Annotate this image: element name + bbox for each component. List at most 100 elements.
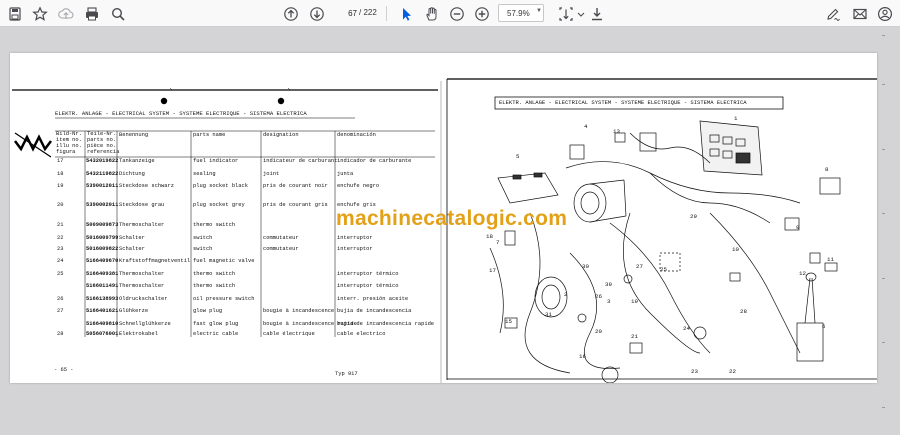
- cell-part: 5390002011: [86, 202, 119, 208]
- callout-label: 25: [660, 266, 667, 273]
- cell-en: fuel indicator: [193, 158, 239, 164]
- callout-label: 20: [595, 328, 602, 335]
- cell-part: 5016009822: [86, 246, 119, 252]
- callout-label: 9: [796, 224, 800, 231]
- callout-label: 6: [822, 323, 826, 330]
- cell-de: Glühkerze: [119, 308, 149, 314]
- print-icon[interactable]: [82, 4, 102, 23]
- page-number-label: - 65 -: [54, 367, 74, 373]
- callout-label: 3: [607, 298, 611, 305]
- cell-de: Elektrokabel: [119, 331, 158, 337]
- callout-label: 7: [496, 239, 500, 246]
- wiring-diagram: [489, 96, 841, 383]
- callout-label: 16: [579, 353, 586, 360]
- callout-label: 13: [613, 128, 620, 135]
- callout-label: 24: [683, 325, 690, 332]
- callout-label: 18: [486, 233, 493, 240]
- cell-de: Oldruckschalter: [119, 296, 168, 302]
- callout-label: 17: [489, 267, 496, 274]
- toolbar-divider: [386, 6, 387, 21]
- page-number-input[interactable]: [335, 5, 357, 21]
- callout-label: 8: [825, 166, 829, 173]
- cell-es: interruptor térmico: [337, 283, 399, 289]
- cell-de: Schalter: [119, 235, 145, 241]
- col-header-en: parts name: [193, 132, 226, 138]
- callout-label: 15: [505, 318, 512, 325]
- callout-label: 5: [516, 153, 520, 160]
- cell-part: 5166138993: [86, 296, 119, 302]
- col-header-fr: designation: [263, 132, 299, 138]
- callout-label: 26: [595, 293, 602, 300]
- zoom-out-icon[interactable]: [447, 4, 467, 23]
- vertical-scrollbar[interactable]: [879, 27, 888, 435]
- cell-es: enchufe negro: [337, 183, 380, 189]
- cell-part: 5166401621: [86, 308, 119, 314]
- cell-es: interruptor: [337, 235, 373, 241]
- edit-sign-icon[interactable]: [823, 4, 843, 23]
- cell-en: plug socket grey: [193, 202, 245, 208]
- cell-es: bujia de incandescencia: [337, 308, 412, 314]
- callout-label: 39: [605, 281, 612, 288]
- save-icon[interactable]: [5, 4, 25, 23]
- hand-pan-icon[interactable]: [422, 4, 442, 23]
- left-page-title: ELEKTR. ANLAGE - ELECTRICAL SYSTEM - SYS…: [55, 110, 307, 117]
- callout-label: 23: [691, 368, 698, 375]
- callout-label: 27: [636, 263, 643, 270]
- cell-fig: 17: [57, 158, 64, 164]
- bookmark-star-icon[interactable]: [30, 4, 50, 23]
- cell-fr: pris de courant gris: [263, 202, 328, 208]
- cell-fr: commutateur: [263, 235, 299, 241]
- cell-en: thermo switch: [193, 222, 236, 228]
- cell-fig: 26: [57, 296, 64, 302]
- cell-fr: commutateur: [263, 246, 299, 252]
- pdf-toolbar: / 222 57.9% ▼: [0, 0, 900, 27]
- cell-de: Tankanzeige: [119, 158, 155, 164]
- cell-de: Schnellglühkerze: [119, 321, 171, 327]
- cell-part: 5432119822: [86, 171, 119, 177]
- account-icon[interactable]: [875, 4, 895, 23]
- mail-icon[interactable]: [850, 4, 870, 23]
- callout-label: 19: [631, 298, 638, 305]
- cell-fig: 19: [57, 183, 64, 189]
- cell-fig: 28: [57, 331, 64, 337]
- cell-fig: 18: [57, 171, 64, 177]
- callout-label: 22: [729, 368, 736, 375]
- zoom-search-icon[interactable]: [108, 4, 128, 23]
- cell-en: fuel magnetic valve: [193, 258, 255, 264]
- callout-label: 1: [734, 115, 738, 122]
- cell-fig: 21: [57, 222, 64, 228]
- cell-part: 5166409670: [86, 258, 119, 264]
- cell-es: interruptor: [337, 246, 373, 252]
- download-icon[interactable]: [587, 4, 607, 23]
- page-up-icon[interactable]: [281, 4, 301, 23]
- cell-de: Steckdose grau: [119, 202, 165, 208]
- cell-de: Thermoschalter: [119, 283, 165, 289]
- cell-de: Thermoschalter: [119, 271, 165, 277]
- cell-part: 5166409810: [86, 321, 119, 327]
- cell-es: indicador de carburante: [337, 158, 412, 164]
- cell-en: switch: [193, 246, 213, 252]
- cell-en: fast glow plug: [193, 321, 239, 327]
- col-header-part: Teile-Nr. parts no. pièce no. referencia: [87, 131, 120, 155]
- callout-label: 28: [740, 308, 747, 315]
- col-header-de: Benennung: [119, 132, 149, 138]
- cell-en: glow plug: [193, 308, 223, 314]
- pointer-select-icon[interactable]: [396, 4, 416, 23]
- zoom-in-icon[interactable]: [472, 4, 492, 23]
- cell-part: 5390012011: [86, 183, 119, 189]
- callout-label: 12: [799, 270, 806, 277]
- cell-de: Kraftstoffmagnetventil: [119, 258, 191, 264]
- callout-label: 29: [690, 213, 697, 220]
- upload-icon[interactable]: [56, 4, 76, 23]
- cell-de: Thermoschalter: [119, 222, 165, 228]
- callout-label: 21: [631, 333, 638, 340]
- chevron-down-icon: ▼: [536, 8, 542, 14]
- cell-part: 5016009799: [86, 235, 119, 241]
- watermark-text: machinecatalogic.com: [336, 207, 568, 230]
- right-page-title: ELEKTR. ANLAGE - ELECTRICAL SYSTEM - SYS…: [499, 99, 747, 106]
- cell-part: 5056076001: [86, 331, 119, 337]
- page-down-icon[interactable]: [307, 4, 327, 23]
- cell-fig: 20: [57, 202, 64, 208]
- cell-fr: joint: [263, 171, 280, 177]
- cell-fig: 22: [57, 235, 64, 241]
